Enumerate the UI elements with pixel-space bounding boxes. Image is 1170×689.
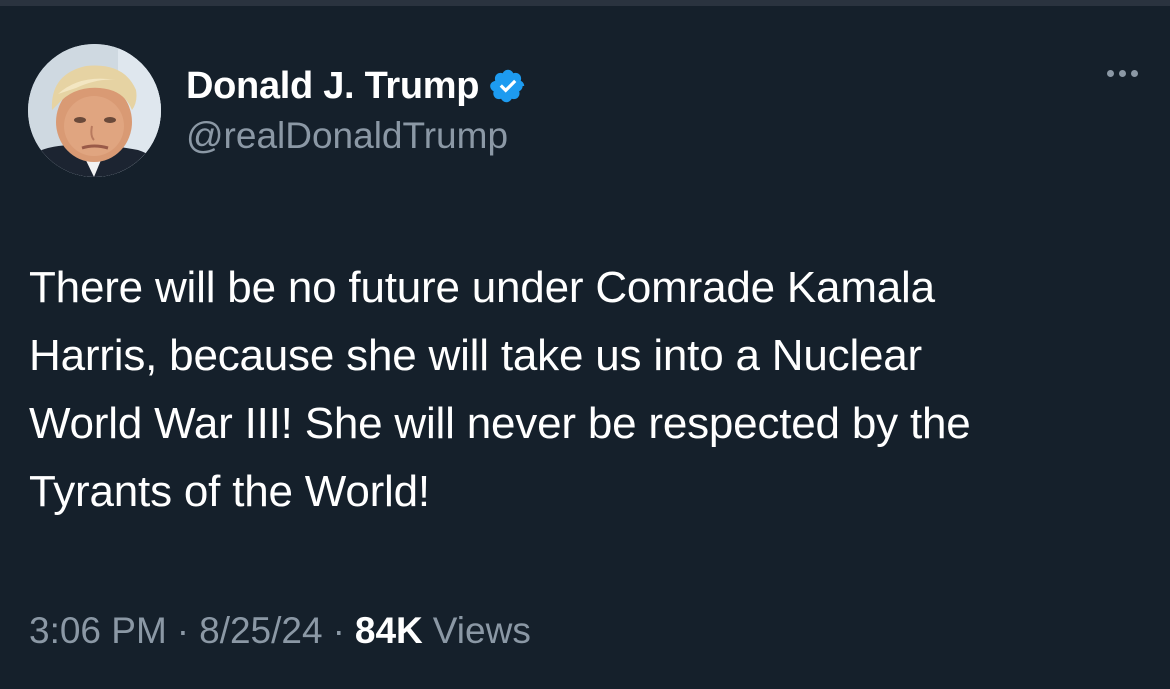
more-horizontal-icon[interactable]	[1107, 70, 1138, 77]
tweet-text: There will be no future under Comrade Ka…	[29, 263, 971, 516]
views-count[interactable]: 84K	[355, 609, 423, 653]
tweet-date[interactable]: 8/25/24	[199, 609, 322, 653]
more-dot	[1119, 70, 1126, 77]
author-name[interactable]: Donald J. Trump	[186, 64, 480, 108]
views-label: Views	[432, 610, 531, 651]
tweet-card: Donald J. Trump @realDonaldTrump There w…	[0, 6, 1170, 689]
avatar-image	[28, 44, 161, 177]
tweet-meta: 3:06 PM · 8/25/24 · 84K Views	[29, 609, 531, 653]
more-dot	[1131, 70, 1138, 77]
author-name-row: Donald J. Trump	[186, 64, 527, 108]
tweet-time[interactable]: 3:06 PM	[29, 609, 167, 653]
meta-separator: ·	[332, 610, 345, 651]
author-block: Donald J. Trump @realDonaldTrump	[186, 64, 527, 158]
meta-separator: ·	[176, 610, 190, 651]
avatar[interactable]	[28, 44, 161, 177]
more-dot	[1107, 70, 1114, 77]
verified-badge-icon[interactable]	[489, 67, 527, 105]
author-handle[interactable]: @realDonaldTrump	[186, 114, 527, 158]
